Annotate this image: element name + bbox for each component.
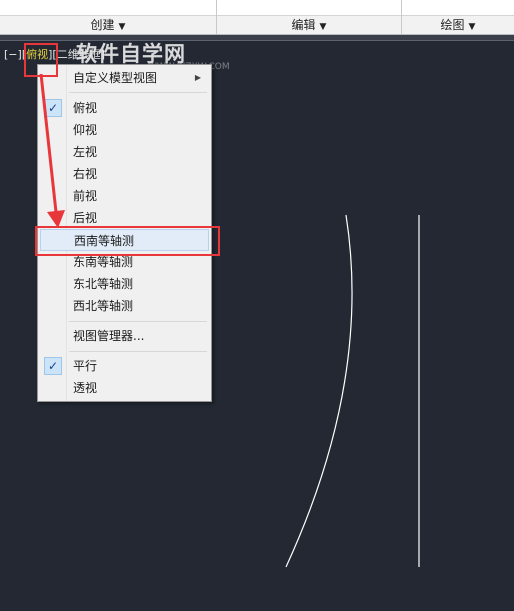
annotation-arrow [39, 73, 65, 228]
arrow-head-icon [47, 210, 65, 228]
arrow-shaft [39, 73, 58, 213]
